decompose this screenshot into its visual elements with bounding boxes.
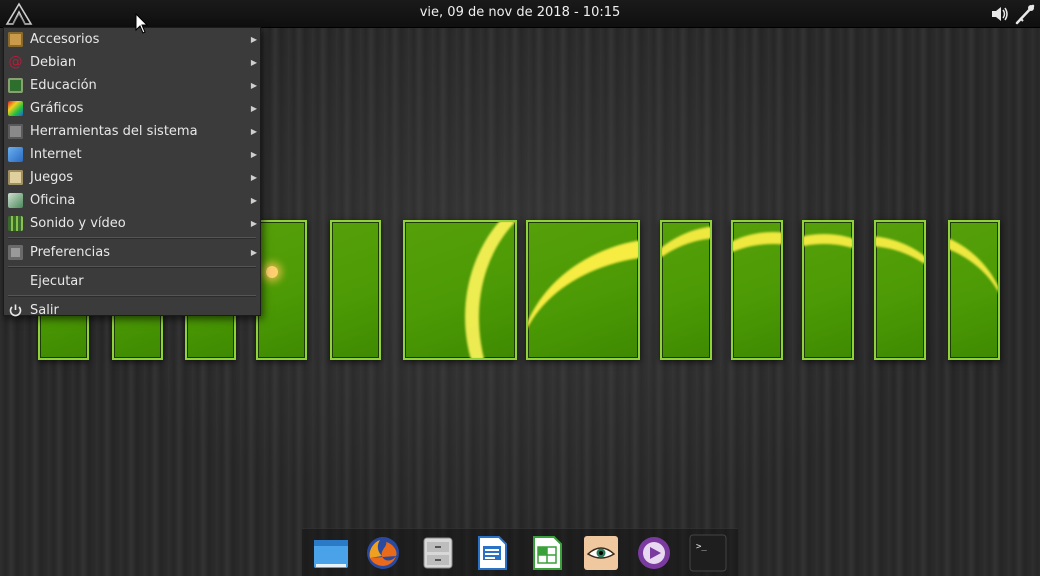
calc-icon[interactable] [528, 534, 566, 572]
menu-item-label: Sonido y vídeo [30, 216, 126, 231]
submenu-arrow-icon: ▶ [250, 196, 257, 205]
menu-item-sonido-video[interactable]: Sonido y vídeo ▶ [4, 212, 260, 235]
menu-item-salir[interactable]: Salir [4, 299, 260, 322]
writer-icon[interactable] [473, 534, 511, 572]
menu-item-preferencias[interactable]: Preferencias ▶ [4, 241, 260, 264]
wallpaper-panel [526, 220, 640, 360]
dock: >_ [302, 528, 738, 576]
archive-icon[interactable] [419, 534, 457, 572]
menu-item-label: Educación [30, 78, 97, 93]
menu-item-graficos[interactable]: Gráficos ▶ [4, 97, 260, 120]
menu-item-label: Herramientas del sistema [30, 124, 198, 139]
submenu-arrow-icon: ▶ [250, 173, 257, 182]
menu-item-label: Oficina [30, 193, 76, 208]
wallpaper-panel [802, 220, 854, 360]
wallpaper-panel [256, 220, 307, 360]
wallpaper-panel [660, 220, 712, 360]
wallpaper-panel [948, 220, 1000, 360]
file-manager-icon[interactable] [312, 534, 350, 572]
menu-item-internet[interactable]: Internet ▶ [4, 143, 260, 166]
education-icon [8, 78, 23, 93]
mouse-cursor-icon [135, 13, 149, 34]
firefox-icon[interactable] [364, 534, 402, 572]
menu-item-accesorios[interactable]: Accesorios ▶ [4, 28, 260, 51]
menu-item-ejecutar[interactable]: Ejecutar [4, 270, 260, 293]
office-icon [8, 193, 23, 208]
menu-item-debian[interactable]: @ Debian ▶ [4, 51, 260, 74]
wallpaper-panel [403, 220, 517, 360]
application-menu: Accesorios ▶ @ Debian ▶ Educación ▶ Gráf… [3, 27, 261, 318]
submenu-arrow-icon: ▶ [250, 104, 257, 113]
accessories-icon [8, 32, 23, 47]
menu-item-label: Internet [30, 147, 82, 162]
menu-item-label: Accesorios [30, 32, 100, 47]
submenu-arrow-icon: ▶ [250, 248, 257, 257]
wallpaper-panel [731, 220, 783, 360]
menu-item-label: Debian [30, 55, 77, 70]
menu-item-juegos[interactable]: Juegos ▶ [4, 166, 260, 189]
games-icon [8, 170, 23, 185]
menu-item-label: Juegos [30, 170, 74, 185]
menu-item-label: Gráficos [30, 101, 84, 116]
terminal-icon[interactable]: >_ [689, 534, 727, 572]
submenu-arrow-icon: ▶ [250, 81, 257, 90]
media-player-icon[interactable] [635, 534, 673, 572]
svg-text:>_: >_ [696, 542, 707, 552]
clock[interactable]: vie, 09 de nov de 2018 - 10:15 [0, 5, 1040, 20]
menu-item-label: Ejecutar [30, 274, 84, 289]
sound-video-icon [8, 216, 23, 231]
menu-separator [8, 237, 256, 239]
submenu-arrow-icon: ▶ [250, 219, 257, 228]
eye-viewer-icon[interactable] [582, 534, 620, 572]
preferences-icon [8, 245, 23, 260]
submenu-arrow-icon: ▶ [250, 35, 257, 44]
submenu-arrow-icon: ▶ [250, 58, 257, 67]
menu-item-herramientas[interactable]: Herramientas del sistema ▶ [4, 120, 260, 143]
menu-item-label: Preferencias [30, 245, 111, 260]
menu-item-oficina[interactable]: Oficina ▶ [4, 189, 260, 212]
network-icon[interactable] [1014, 3, 1036, 25]
internet-icon [8, 147, 23, 162]
graphics-icon [8, 101, 23, 116]
wallpaper-panel [330, 220, 381, 360]
menu-separator [8, 266, 256, 268]
top-panel: vie, 09 de nov de 2018 - 10:15 [0, 0, 1040, 28]
wallpaper-panel [874, 220, 926, 360]
power-icon [8, 303, 23, 318]
debian-icon: @ [8, 54, 23, 70]
submenu-arrow-icon: ▶ [250, 150, 257, 159]
menu-item-educacion[interactable]: Educación ▶ [4, 74, 260, 97]
menu-item-label: Salir [30, 303, 59, 318]
system-tools-icon [8, 124, 23, 139]
submenu-arrow-icon: ▶ [250, 127, 257, 136]
volume-icon[interactable] [990, 5, 1010, 23]
menu-separator [8, 295, 256, 297]
